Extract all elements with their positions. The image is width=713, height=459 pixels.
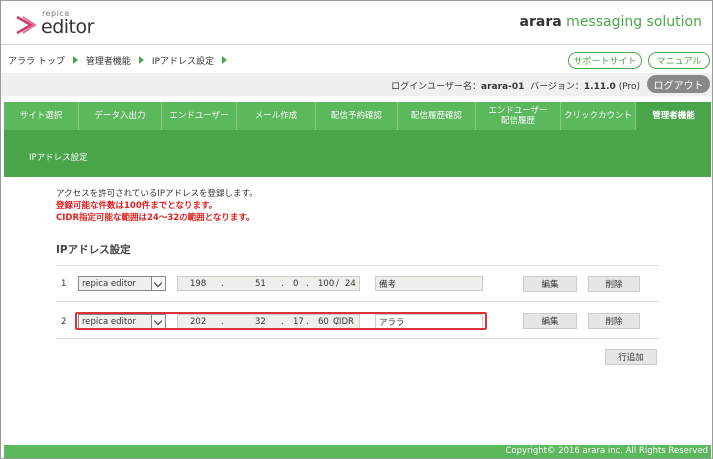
nav-item-8[interactable]: クリックカウント	[561, 102, 636, 130]
nav-item-2[interactable]: データ入出力	[79, 102, 162, 130]
version-value: 1.11.0	[583, 82, 616, 92]
breadcrumb-item-admin[interactable]: 管理者機能	[86, 54, 131, 67]
cidr-note: CIDR指定可能な範囲は24～32の範囲となります。	[56, 213, 255, 223]
ip-dot: .	[281, 279, 284, 289]
repica-logo-icon	[16, 15, 37, 35]
limit-note: 登録可能な件数は100件までとなります。	[56, 201, 218, 211]
app-window: repica editor arara messaging solution ア…	[0, 0, 713, 459]
version-label: バージョン：	[530, 82, 584, 92]
chevron-right-icon	[221, 56, 227, 64]
brand-tagline: messaging solution	[561, 14, 702, 30]
chevron-down-icon[interactable]	[151, 277, 165, 290]
ip-slash: /	[336, 279, 339, 289]
header: repica editor arara messaging solution	[1, 1, 712, 45]
logout-button[interactable]: ログアウト	[647, 75, 710, 93]
delete-button[interactable]: 削除	[588, 313, 640, 329]
copyright: Copyright© 2016 arara inc. All Rights Re…	[505, 446, 708, 456]
delete-button[interactable]: 削除	[588, 276, 640, 292]
breadcrumb-item-current: IPアドレス設定	[151, 56, 214, 67]
chevron-right-icon	[138, 56, 144, 64]
edition-label: (Pro)	[618, 82, 640, 92]
divider	[56, 338, 659, 339]
divider	[56, 265, 659, 266]
nav-item-4[interactable]: メール作成	[237, 102, 316, 130]
row-number: 1	[61, 279, 67, 289]
highlight-box	[75, 312, 487, 330]
nav-item-3[interactable]: エンドユーザー	[162, 102, 237, 130]
brand-name: arara	[519, 14, 562, 30]
ip-cidr: 24	[345, 279, 356, 289]
nav-item-9[interactable]: 管理者機能	[636, 102, 711, 130]
login-user: arara-01	[481, 82, 525, 92]
nav-item-1[interactable]: サイト選択	[4, 102, 79, 130]
description: アクセスを許可されているIPアドレスを登録します。 登録可能な件数は100件まで…	[56, 188, 258, 224]
ip-octet-1: 198	[190, 279, 207, 289]
note-input[interactable]: 備考	[375, 276, 483, 291]
page-subheader: IPアドレス設定	[4, 130, 711, 177]
nav-item-5[interactable]: 配信予約確認	[316, 102, 398, 130]
breadcrumb-item-top[interactable]: アララ トップ	[8, 54, 65, 67]
nav-item-7[interactable]: エンドユーザー 配信履歴	[476, 102, 561, 130]
description-line: アクセスを許可されているIPアドレスを登録します。	[56, 189, 258, 199]
chevron-right-icon	[72, 56, 78, 64]
nav-item-6[interactable]: 配信履歴確認	[398, 102, 476, 130]
site-select[interactable]: repica editor	[78, 276, 166, 291]
footer: Copyright© 2016 arara inc. All Rights Re…	[4, 445, 711, 458]
site-select-value: repica editor	[82, 278, 136, 289]
ip-dot: .	[306, 279, 309, 289]
row-number: 2	[61, 317, 67, 327]
logo-text: editor	[41, 16, 94, 38]
add-row-button[interactable]: 行追加	[605, 349, 657, 365]
ip-octet-2: 51	[255, 279, 266, 289]
user-info-text: ログインユーザー名：arara-01 バージョン：1.11.0 (Pro)	[391, 79, 640, 92]
ip-dot: .	[221, 279, 224, 289]
page-title: IPアドレス設定	[29, 153, 88, 163]
main-nav: サイト選択 データ入出力 エンドユーザー メール作成 配信予約確認 配信履歴確認 エンドユー…	[4, 102, 711, 130]
support-site-button[interactable]: サポートサイト	[568, 52, 642, 69]
user-info-bar: ログインユーザー名：arara-01 バージョン：1.11.0 (Pro)	[1, 73, 712, 96]
divider	[56, 301, 659, 302]
login-label: ログインユーザー名：	[391, 82, 481, 92]
brand-logo: arara messaging solution	[520, 14, 702, 30]
edit-button[interactable]: 編集	[523, 313, 577, 329]
ip-address-input[interactable]: 198 . 51 . 0 . 100 / 24	[177, 276, 360, 291]
manual-button[interactable]: マニュアル	[648, 52, 710, 69]
edit-button[interactable]: 編集	[523, 276, 577, 292]
ip-octet-4: 100	[318, 279, 335, 289]
section-title: IPアドレス設定	[56, 244, 131, 256]
breadcrumb: アララ トップ 管理者機能 IPアドレス設定	[8, 53, 229, 67]
ip-octet-3: 0	[293, 279, 299, 289]
